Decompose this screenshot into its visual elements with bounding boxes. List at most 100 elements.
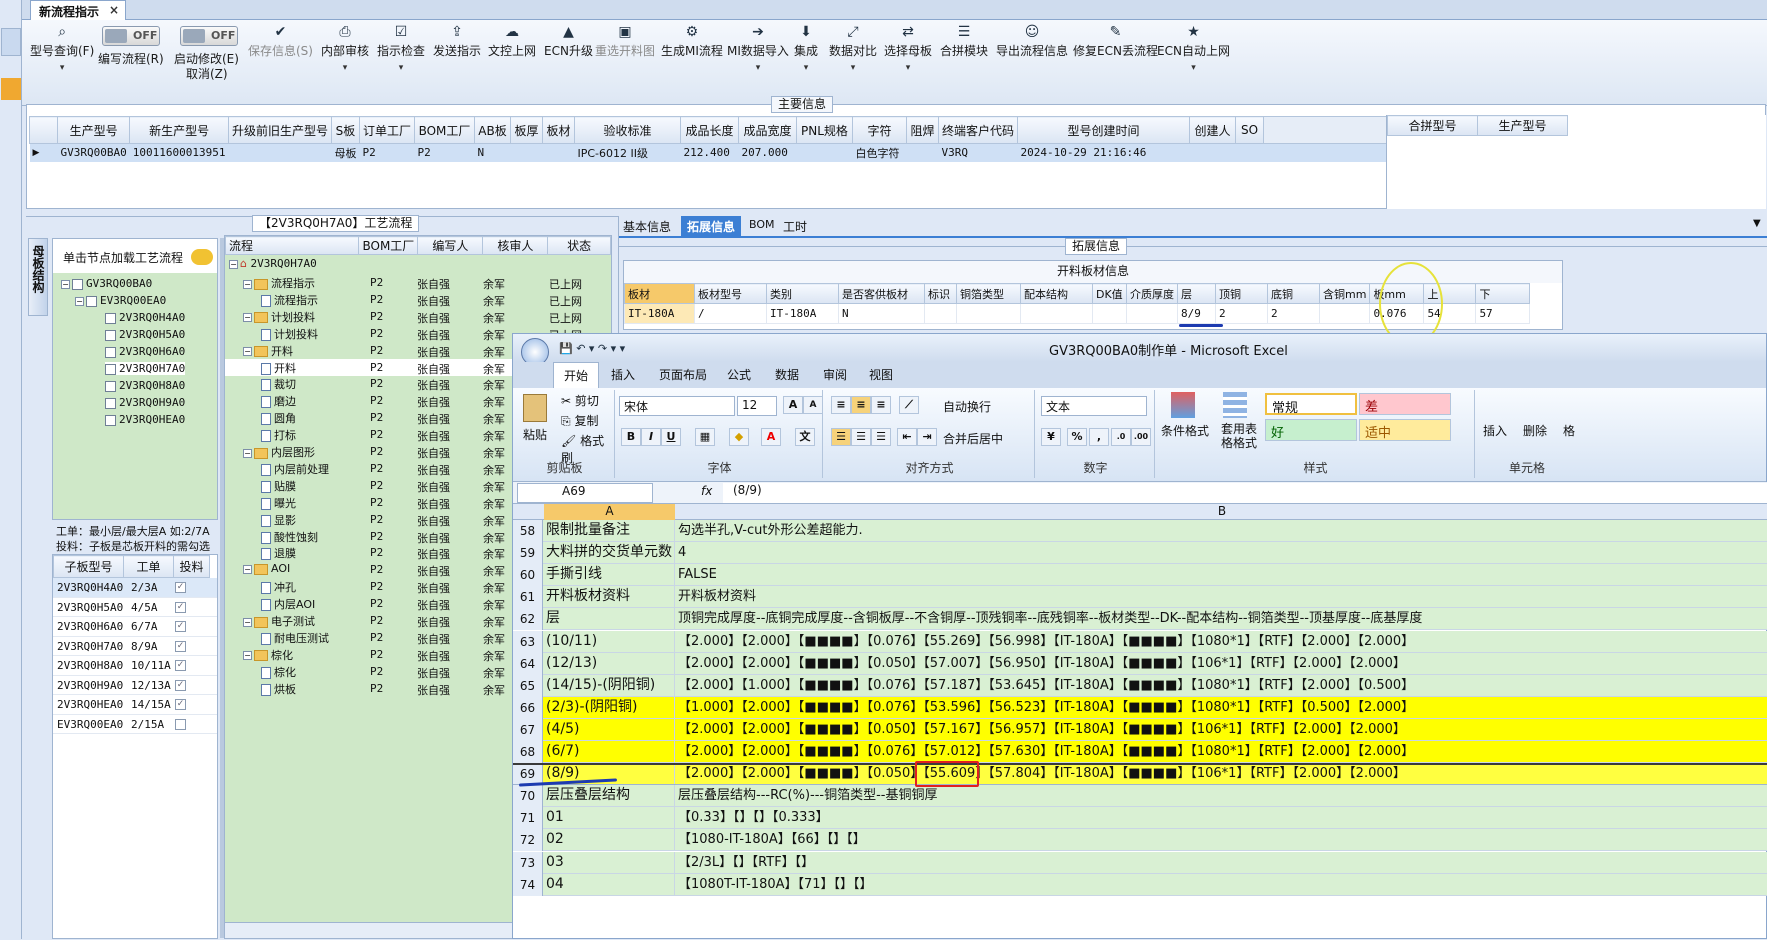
cell-b[interactable]: 【1080-IT-180A】【66】【】【】 [676, 829, 1767, 851]
start-modify-toggle[interactable]: OFF [180, 26, 238, 46]
cell[interactable]: IPC-6012 II级 [574, 144, 680, 162]
row-number[interactable]: 62 [513, 608, 543, 631]
select-mother-board-button[interactable]: ⇄ 选择母板 ▾ [884, 22, 932, 73]
cell[interactable] [1126, 303, 1178, 324]
column-header[interactable]: 生产型号 [1477, 115, 1568, 136]
cell-a[interactable]: 层压叠层结构 [544, 785, 675, 808]
feed-checkbox[interactable]: ✓ [175, 621, 186, 632]
column-header[interactable]: 下 [1475, 283, 1531, 304]
cell[interactable] [924, 303, 957, 324]
column-header[interactable]: 底铜 [1267, 283, 1320, 304]
column-header[interactable]: BOM工厂 [358, 236, 419, 255]
sub-board-row[interactable]: 2V3RQ0HEA0 14/15A ✓ [53, 695, 217, 715]
row-number[interactable]: 64 [513, 652, 543, 675]
quick-access-toolbar[interactable]: 💾 ↶ ▾ ↷ ▾ ▾ [559, 342, 625, 355]
cell[interactable]: IT-180A [766, 303, 839, 324]
ribbon-tab-layout[interactable]: 页面布局 [659, 366, 707, 383]
close-icon[interactable]: × [109, 3, 119, 17]
align-bottom-icon[interactable]: ≡ [871, 396, 891, 414]
cell-b[interactable]: 【2.000】【2.000】【■■■■】【0.076】【57.012】【57.6… [676, 741, 1767, 763]
cell[interactable] [1190, 144, 1236, 162]
chevron-down-icon[interactable]: ▼ [1753, 218, 1761, 229]
sheet-row[interactable]: 63 (10/11) 【2.000】【2.000】【■■■■】【0.076】【55.… [513, 630, 1767, 653]
cell-b[interactable]: 【1080T-IT-180A】【71】【】【】 [676, 874, 1767, 896]
currency-icon[interactable]: ¥ [1041, 428, 1061, 446]
style-good[interactable]: 好 [1265, 419, 1357, 441]
tab-new-process[interactable]: 新流程指示 × [30, 0, 127, 20]
doc-online-button[interactable]: ☁ 文控上网 [488, 22, 536, 59]
decrease-indent-icon[interactable]: ⇤ [897, 428, 917, 446]
edit-process-toggle[interactable]: OFF [102, 26, 160, 46]
cell-a[interactable]: 手撕引线 [544, 564, 675, 587]
cell-a[interactable]: 03 [544, 851, 675, 874]
ribbon-tab-formulas[interactable]: 公式 [727, 366, 751, 383]
feed-checkbox[interactable]: ✓ [175, 582, 186, 593]
cell-a[interactable]: 01 [544, 807, 675, 830]
process-row[interactable]: − 流程指示 P2 张自强 余军 已上网 [225, 274, 611, 291]
side-marker[interactable] [1, 78, 21, 100]
column-header[interactable]: 创建人 [1189, 116, 1236, 144]
column-header[interactable]: 核审人 [482, 236, 549, 255]
chevron-down-icon[interactable]: ▾ [829, 63, 877, 73]
process-row[interactable]: − 计划投料 P2 张自强 余军 已上网 [225, 308, 611, 325]
sheet-row[interactable]: 64 (12/13) 【2.000】【2.000】【■■■■】【0.050】【57.… [513, 652, 1767, 675]
column-header[interactable]: 阻焊 [905, 116, 939, 144]
cell-b[interactable]: 顶铜完成厚度--底铜完成厚度--含铜板厚--不含铜厚--顶残铜率--底残铜率--… [676, 608, 1767, 630]
mi-import-button[interactable]: ➔ MI数据导入 ▾ [727, 22, 789, 73]
tab-bom[interactable]: BOM [749, 218, 775, 231]
cell[interactable] [228, 144, 331, 162]
align-right-icon[interactable]: ☰ [871, 428, 891, 446]
cell-a[interactable]: (12/13) [544, 652, 675, 675]
generate-mi-button[interactable]: ⚙ 生成MI流程 [661, 22, 723, 59]
cell[interactable]: N [474, 144, 510, 162]
chevron-down-icon[interactable]: ▾ [884, 63, 932, 73]
sheet-row[interactable]: 67 (4/5) 【2.000】【2.000】【■■■■】【0.050】【57.16… [513, 718, 1767, 741]
tree-node[interactable]: 2V3RQ0H8A0 [105, 379, 185, 392]
cell[interactable]: 207.000 [738, 144, 796, 162]
style-normal[interactable]: 常规 [1265, 393, 1357, 416]
reselect-cut-image-button[interactable]: ▣ 重选开料图 [595, 22, 655, 59]
column-header[interactable]: 字符 [851, 116, 907, 144]
cell-a[interactable]: 限制批量备注 [544, 520, 675, 542]
column-header[interactable]: 铜箔类型 [956, 283, 1021, 304]
column-header[interactable]: PNL规格 [795, 116, 853, 144]
process-root[interactable]: − ⌂ 2V3RQ0H7A0 [229, 257, 317, 270]
column-header[interactable]: 板材 [624, 283, 695, 304]
percent-icon[interactable]: % [1067, 428, 1087, 446]
cell-b[interactable]: 4 [676, 542, 1767, 564]
cell-b[interactable]: 【0.33】【】【】【0.333】 [676, 807, 1767, 829]
cell-a[interactable]: 开料板材资料 [544, 586, 675, 609]
sub-board-row[interactable]: 2V3RQ0H6A0 6/7A ✓ [53, 617, 217, 637]
column-header[interactable]: 标识 [924, 283, 957, 304]
internal-review-button[interactable]: ⎙ 内部审核 ▾ [321, 22, 369, 73]
cell[interactable]: 白色字符 [852, 144, 906, 162]
cell[interactable] [1020, 303, 1093, 324]
row-number[interactable]: 72 [513, 829, 543, 852]
chevron-down-icon[interactable]: ▾ [1157, 63, 1230, 73]
cell-b[interactable]: 【2.000】【1.000】【■■■■】【0.076】【57.187】【53.6… [676, 675, 1767, 697]
row-number[interactable]: 71 [513, 807, 543, 830]
cell-a[interactable]: 层 [544, 608, 675, 631]
column-header[interactable]: 介质厚度 [1126, 283, 1178, 304]
tree-node[interactable]: 2V3RQ0H4A0 [105, 311, 185, 324]
increase-decimal-icon[interactable]: .0 [1111, 428, 1131, 446]
cell-a[interactable]: (6/7) [544, 741, 675, 763]
column-header[interactable]: 升级前旧生产型号 [227, 116, 332, 144]
tab-basic-info[interactable]: 基本信息 [623, 218, 671, 235]
process-row[interactable]: 流程指示 P2 张自强 余军 已上网 [225, 291, 611, 308]
sub-board-row[interactable]: 2V3RQ0H9A0 12/13A ✓ [53, 676, 217, 695]
cell-b[interactable]: 【2/3L】【】【RTF】【】 [676, 852, 1767, 874]
column-header[interactable]: 订单工厂 [358, 116, 415, 144]
row-number[interactable]: 59 [513, 542, 543, 565]
cell[interactable] [796, 144, 852, 162]
sheet-row[interactable]: 74 04 【1080T-IT-180A】【71】【】【】 [513, 873, 1767, 896]
column-header[interactable]: SO [1235, 116, 1264, 144]
cell[interactable]: V3RQ [938, 144, 1017, 162]
column-header-b[interactable]: B [676, 504, 1767, 520]
tree-node[interactable]: 2V3RQ0H5A0 [105, 328, 185, 341]
cell[interactable] [1236, 144, 1264, 162]
cell[interactable]: 2024-10-29 21:16:46 [1018, 144, 1190, 162]
grow-font-icon[interactable]: A [783, 396, 803, 414]
merge-center-button[interactable]: 合并后居中 [943, 430, 1003, 447]
align-left-icon[interactable]: ☰ [831, 428, 851, 446]
